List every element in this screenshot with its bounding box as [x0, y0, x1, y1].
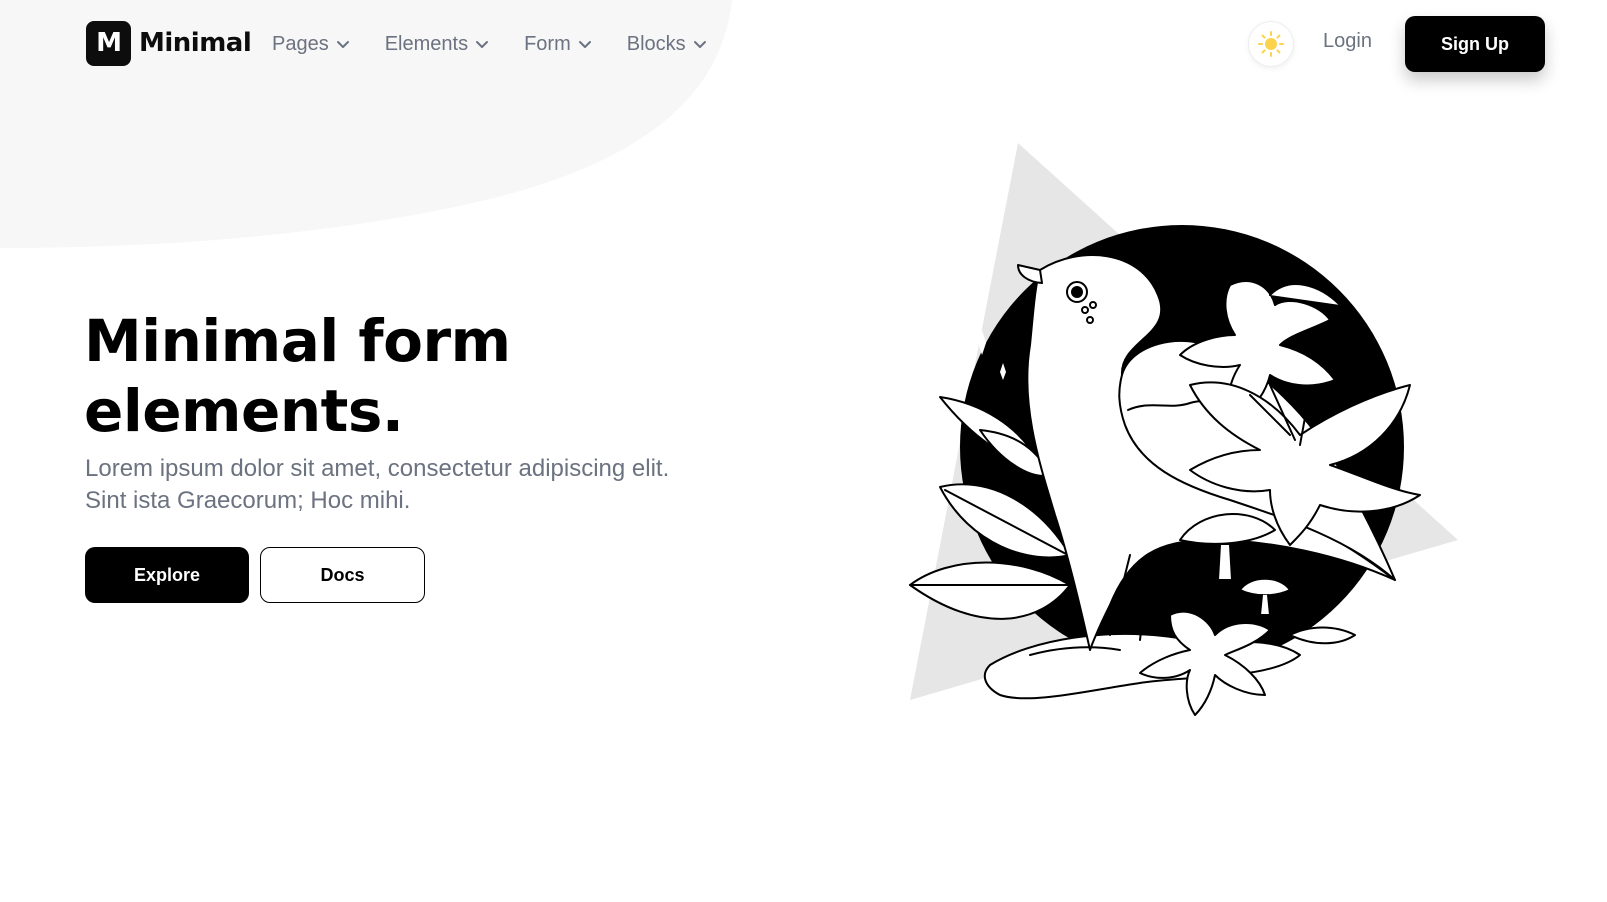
nav-item-blocks[interactable]: Blocks [627, 33, 708, 56]
nav-item-form[interactable]: Form [524, 33, 593, 56]
docs-button[interactable]: Docs [260, 547, 425, 603]
main-nav: Pages Elements Form Blocks [272, 28, 742, 60]
theme-toggle-button[interactable] [1248, 21, 1294, 67]
sun-icon [1258, 31, 1284, 57]
nav-item-label: Pages [272, 32, 329, 55]
nav-item-label: Elements [384, 32, 469, 55]
hero-title: Minimal form elements. [84, 306, 684, 446]
nav-item-label: Blocks [626, 32, 686, 55]
brand-logo[interactable]: M Minimal [86, 20, 252, 66]
login-link[interactable]: Login [1323, 30, 1372, 53]
hero-title-line: Minimal form [84, 307, 511, 375]
chevron-down-icon [578, 41, 591, 48]
signup-button[interactable]: Sign Up [1405, 16, 1545, 72]
nav-item-elements[interactable]: Elements [385, 33, 490, 56]
hero-subtitle: Lorem ipsum dolor sit amet, consectetur … [85, 455, 670, 514]
chevron-down-icon [476, 41, 489, 48]
logo-text: Minimal [139, 28, 252, 58]
logo-mark: M [86, 20, 131, 66]
chevron-down-icon [693, 41, 706, 48]
nav-item-label: Form [524, 32, 571, 55]
nav-item-pages[interactable]: Pages [272, 33, 351, 56]
hero-title-line: elements. [84, 377, 404, 445]
explore-button[interactable]: Explore [85, 547, 249, 603]
chevron-down-icon [336, 41, 349, 48]
bird-flower-illustration [909, 143, 1458, 716]
